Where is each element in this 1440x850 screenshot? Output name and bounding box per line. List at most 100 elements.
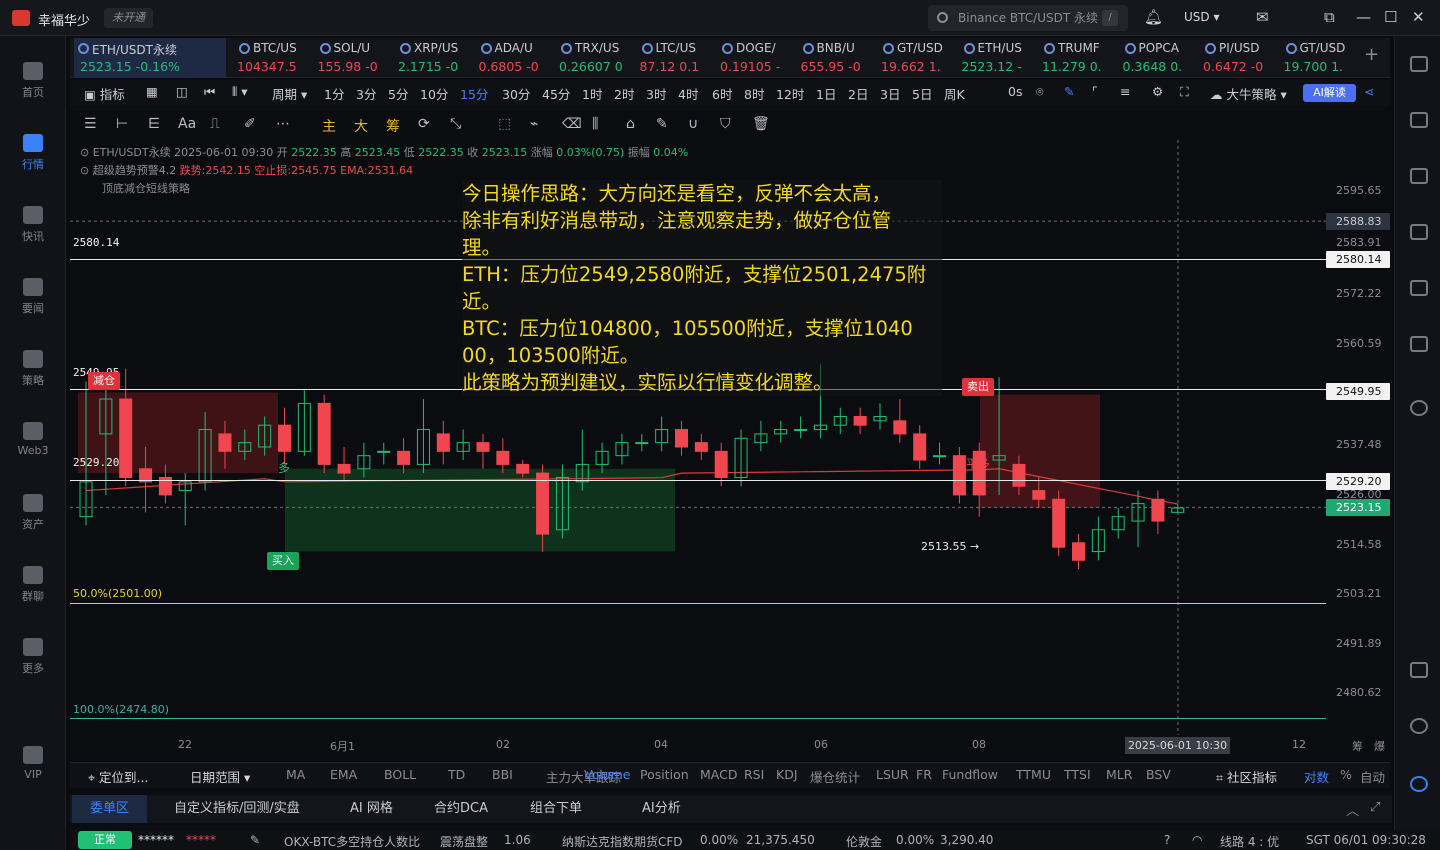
trend-icon[interactable] [1410,224,1428,240]
chip-tool[interactable]: 筹 [386,116,400,136]
nav-item-7[interactable]: 群聊 [0,552,66,612]
indicator-item[interactable]: TD [448,767,465,782]
brush-icon[interactable]: ✐ [244,116,256,132]
bottom-tab-2[interactable]: AI 网格 [332,795,411,823]
expand-icon[interactable]: ⤢ [1370,800,1380,815]
ticker-tab[interactable]: GT/USD 19.662 1. [879,38,959,78]
bottom-tab-1[interactable]: 自定义指标/回测/实盘 [156,795,318,823]
timeframe-13[interactable]: 12时 [776,84,804,103]
period-select[interactable]: 周期 ▾ [272,84,307,103]
ticker-tab[interactable]: BTC/US 104347.5 [235,38,315,78]
sub-indicator-2[interactable]: MACD [700,767,737,782]
candle-body[interactable] [496,450,510,465]
bottom-tab-5[interactable]: AI分析 [624,795,699,823]
candle-body[interactable] [952,455,966,496]
sub-indicator-4[interactable]: KDJ [776,767,798,782]
candle-body[interactable] [278,424,291,452]
timeframe-18[interactable]: 周K [944,84,965,103]
level-line-2529[interactable] [70,480,1326,481]
candle-body[interactable] [913,433,927,461]
candle-body[interactable] [436,433,450,452]
timeframe-17[interactable]: 5日 [912,84,932,103]
bottom-tab-0[interactable]: 委单区 [72,795,148,823]
multi-line-icon[interactable]: ⋿ [148,116,160,132]
pencil-icon[interactable]: ✎ [1064,84,1074,99]
nav-item-5[interactable]: Web3 [0,408,66,468]
timeframe-5[interactable]: 30分 [502,84,530,103]
popout-icon[interactable]: ⧉ [1324,8,1335,26]
edit-icon[interactable]: ✎ [250,833,260,847]
candle-body[interactable] [933,455,947,458]
sub-indicator-8[interactable]: Fundflow [942,767,998,782]
crop-icon[interactable]: ⌜ [1092,84,1098,99]
font-tool[interactable]: Aa [178,116,196,132]
fullscreen-icon[interactable]: ⛶ [1180,84,1189,100]
indicators-button[interactable]: ▣ 指标 [84,84,125,103]
nav-item-1[interactable]: 行情 [0,120,66,180]
ticker-tab[interactable]: GT/USD 19.700 1. [1282,38,1362,78]
headset-icon[interactable] [1410,718,1428,734]
bars-icon[interactable]: ⫼ [592,116,598,132]
candle-body[interactable] [694,442,708,452]
split-layout-icon[interactable]: ◫ [176,84,188,99]
axis-tool[interactable]: 筹 [1352,738,1363,754]
help-icon[interactable]: ? [1164,833,1170,847]
sub-indicator-5[interactable]: 爆仓统计 [810,767,860,786]
candle-body[interactable] [853,415,867,426]
nav-item-2[interactable]: 快讯 [0,192,66,252]
trash-icon[interactable]: 🗑︎ [752,116,770,132]
timeframe-4[interactable]: 15分 [460,84,488,103]
ruler-icon[interactable]: ⎍ [210,116,220,132]
camera-icon[interactable]: ⌾ [1036,84,1044,100]
refresh-icon[interactable] [1410,400,1428,416]
edit-icon[interactable]: ✎ [656,116,668,132]
indicator-item[interactable]: BBI [492,767,513,782]
layout-icon[interactable] [1410,662,1428,678]
chevron-up-icon[interactable]: ︿ [1346,800,1359,819]
candle-body[interactable] [476,442,490,452]
dollar-icon[interactable] [1410,168,1428,184]
indicator-item[interactable]: EMA [330,767,357,782]
add-ticker-icon[interactable]: + [1364,44,1379,65]
ticker-tab[interactable]: SOL/U 155.98 -0 [316,38,396,78]
more-dots-icon[interactable]: ⋯ [276,116,290,132]
price-axis[interactable]: 2595.65 2583.91 2572.22 2560.59 2537.48 2526.… [1326,140,1392,740]
ticker-tab[interactable]: ETH/US 2523.12 - [960,38,1040,78]
nav-item-9[interactable]: VIP [0,732,66,792]
timeframe-1[interactable]: 3分 [356,84,376,103]
nav-item-6[interactable]: 资产 [0,480,66,540]
strategy-note[interactable]: 今日操作思路：大方向还是看空，反弹不会太高， 除非有利好消息带动，注意观察走势，做… [462,180,942,396]
fib-line-50[interactable] [70,603,1326,604]
horizontal-line-icon[interactable]: ⊢ [116,116,128,132]
mail-icon[interactable]: ✉ [1256,8,1269,26]
log-scale-button[interactable]: 对数 [1304,767,1329,786]
timeframe-9[interactable]: 3时 [646,84,666,103]
chart-type-icon[interactable]: ⫴ ▾ [232,84,248,100]
candle-body[interactable] [337,463,351,474]
candle-body[interactable] [317,402,331,465]
close-icon[interactable]: ✕ [1412,8,1425,26]
timeframe-2[interactable]: 5分 [388,84,408,103]
sub-indicator-9[interactable]: TTMU [1016,767,1051,782]
timeframe-7[interactable]: 1时 [582,84,602,103]
nav-item-0[interactable]: 首页 [0,48,66,108]
list-icon[interactable] [1410,56,1428,72]
measure-icon[interactable]: ⤡ [450,116,461,132]
timeframe-12[interactable]: 8时 [744,84,764,103]
ticker-tab[interactable]: BNB/U 655.95 -0 [799,38,879,78]
filter-icon[interactable]: ⛉ [720,116,731,132]
monitor-icon[interactable] [1410,280,1428,296]
candle-body[interactable] [1032,490,1046,500]
candle-body[interactable] [516,463,530,474]
candle-body[interactable] [1052,498,1066,548]
percent-button[interactable]: % [1340,767,1352,782]
membership-badge[interactable]: 未开通 [104,8,153,28]
timeframe-10[interactable]: 4时 [678,84,698,103]
sub-indicator-11[interactable]: MLR [1106,767,1132,782]
candle-body[interactable] [1012,463,1026,487]
timeframe-11[interactable]: 6时 [712,84,732,103]
ticker-tab[interactable]: DOGE/0.19105 - [718,38,798,78]
locate-button[interactable]: ⌖ 定位到... [88,767,148,786]
minimize-icon[interactable]: — [1356,8,1371,26]
nav-item-4[interactable]: 策略 [0,336,66,396]
